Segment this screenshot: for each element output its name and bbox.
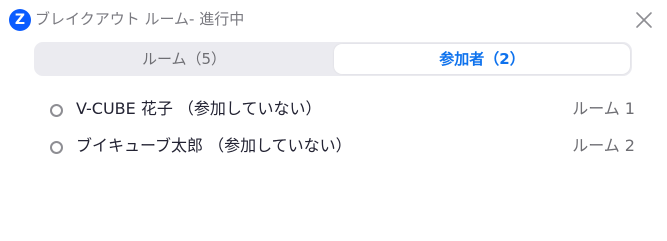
participant-name: V-CUBE 花子 （参加していない） <box>76 99 322 118</box>
close-button[interactable] <box>632 8 656 32</box>
title-bar: Z ブレイクアウト ルーム- 進行中 <box>0 0 667 38</box>
breakout-rooms-window: Z ブレイクアウト ルーム- 進行中 ルーム（5） 参加者（2） V-CUBE … <box>0 0 667 241</box>
close-icon <box>636 12 652 28</box>
participant-radio[interactable] <box>50 141 63 154</box>
window-title: ブレイクアウト ルーム- 進行中 <box>35 10 245 28</box>
participant-room: ルーム 1 <box>572 99 635 118</box>
participant-radio[interactable] <box>50 104 63 117</box>
tab-switcher: ルーム（5） 参加者（2） <box>34 42 632 76</box>
participant-row[interactable]: V-CUBE 花子 （参加していない） ルーム 1 <box>0 92 667 128</box>
tab-rooms[interactable]: ルーム（5） <box>36 44 332 74</box>
zoom-app-icon: Z <box>9 9 31 31</box>
participant-room: ルーム 2 <box>572 136 635 155</box>
participant-row[interactable]: ブイキューブ太郎 （参加していない） ルーム 2 <box>0 129 667 165</box>
participant-name: ブイキューブ太郎 （参加していない） <box>76 136 352 155</box>
tab-participants[interactable]: 参加者（2） <box>334 44 630 74</box>
